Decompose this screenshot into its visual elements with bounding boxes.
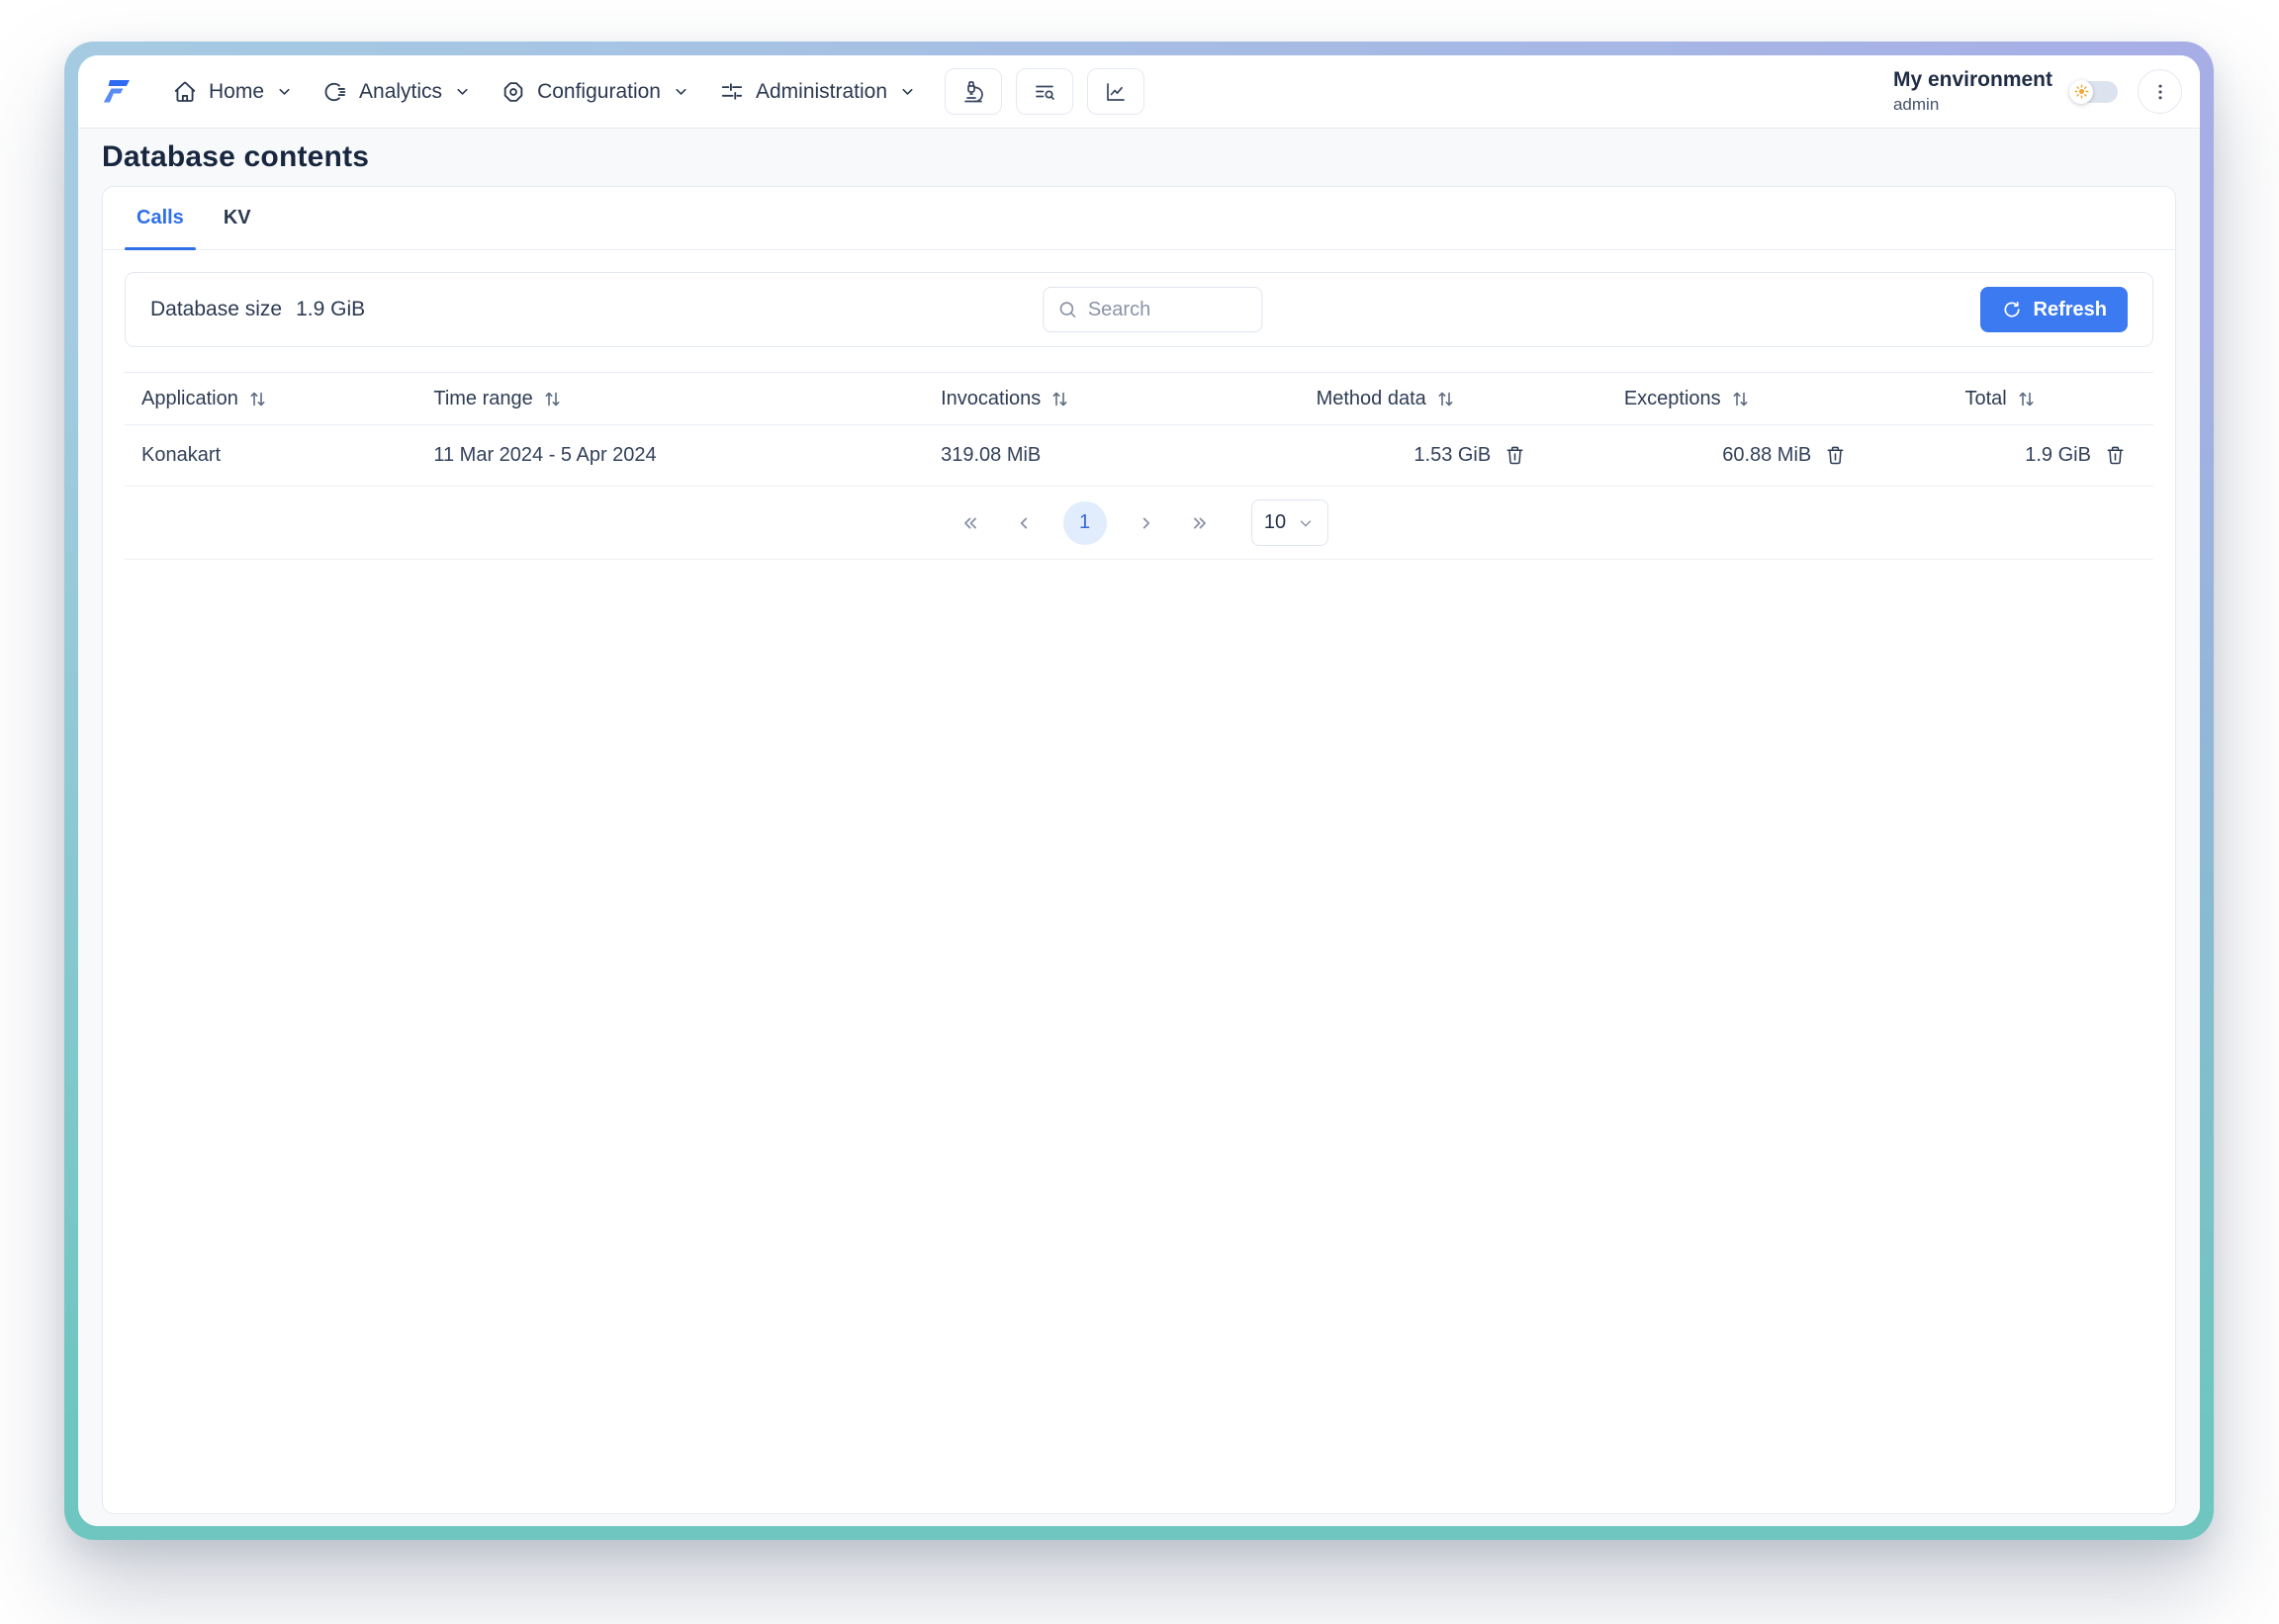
page-number[interactable]: 1 — [1063, 501, 1107, 545]
home-icon — [172, 79, 198, 105]
fusionreactor-logo-icon[interactable] — [100, 76, 137, 108]
column-header-exceptions[interactable]: Exceptions — [1526, 388, 1847, 410]
cell-exceptions: 60.88 MiB — [1526, 444, 1847, 467]
chevron-down-icon — [899, 83, 916, 100]
previous-page-button[interactable] — [1004, 503, 1044, 543]
nav-tool-buttons — [945, 68, 1144, 115]
first-page-button[interactable] — [951, 503, 990, 543]
sort-icon — [543, 389, 562, 409]
column-header-application[interactable]: Application — [125, 388, 416, 410]
chevrons-right-icon — [1189, 512, 1211, 534]
tab-label: Calls — [137, 207, 184, 229]
chevron-down-icon — [276, 83, 293, 100]
database-size: Database size 1.9 GiB — [150, 298, 365, 321]
nav-menu-configuration[interactable]: Configuration — [486, 55, 704, 128]
refresh-button[interactable]: Refresh — [1980, 287, 2128, 332]
database-size-value: 1.9 GiB — [296, 298, 365, 321]
nav-menu-label: Administration — [756, 80, 887, 104]
tab-bar: Calls KV — [103, 187, 2175, 250]
line-chart-icon — [1104, 80, 1128, 104]
database-contents-card: Calls KV Database size 1.9 GiB — [102, 186, 2176, 1514]
environment-user: admin — [1893, 95, 1939, 115]
refresh-icon — [2001, 299, 2023, 320]
page-size-value: 10 — [1264, 511, 1286, 534]
cell-method-data: 1.53 GiB — [1244, 444, 1526, 467]
chevron-down-icon — [1297, 514, 1315, 532]
chevron-down-icon — [673, 83, 689, 100]
column-header-time-range[interactable]: Time range — [416, 388, 924, 410]
last-page-button[interactable] — [1180, 503, 1220, 543]
chevron-down-icon — [454, 83, 471, 100]
column-header-invocations[interactable]: Invocations — [924, 388, 1244, 410]
column-header-method-data[interactable]: Method data — [1244, 388, 1526, 410]
sun-icon — [2073, 83, 2090, 100]
search-box — [1043, 287, 1262, 332]
profiler-button[interactable] — [945, 68, 1002, 115]
nav-menu-label: Configuration — [537, 80, 661, 104]
analytics-icon — [322, 79, 348, 105]
metrics-chart-button[interactable] — [1087, 68, 1144, 115]
theme-toggle-knob — [2069, 80, 2093, 104]
delete-exceptions-icon[interactable] — [1824, 444, 1847, 467]
column-header-total[interactable]: Total — [1847, 388, 2153, 410]
top-navbar: Home Analytics — [78, 55, 2200, 129]
overflow-menu-button[interactable] — [2138, 69, 2182, 114]
sort-icon — [1436, 389, 1455, 409]
delete-method-data-icon[interactable] — [1504, 444, 1526, 467]
calls-tab-panel: Database size 1.9 GiB — [103, 250, 2175, 1513]
cell-application: Konakart — [125, 444, 416, 467]
search-icon — [1056, 299, 1078, 320]
sort-icon — [1050, 389, 1069, 409]
nav-menu-label: Home — [209, 80, 264, 104]
list-search-icon — [1033, 80, 1056, 104]
chevrons-left-icon — [959, 512, 981, 534]
chevron-left-icon — [1013, 512, 1035, 534]
table-header-row: Application Time range — [125, 372, 2153, 425]
desktop-background: Home Analytics — [0, 0, 2279, 1624]
refresh-label: Refresh — [2034, 299, 2107, 321]
tab-calls[interactable]: Calls — [125, 187, 196, 249]
sort-icon — [1731, 389, 1750, 409]
nav-menu-label: Analytics — [359, 80, 442, 104]
delete-total-icon[interactable] — [2104, 444, 2127, 467]
microscope-icon — [961, 80, 985, 104]
configuration-icon — [501, 79, 526, 105]
chevron-right-icon — [1136, 512, 1157, 534]
kebab-menu-icon — [2150, 82, 2170, 102]
tab-kv[interactable]: KV — [212, 187, 263, 249]
database-table: Application Time range — [125, 372, 2153, 560]
theme-toggle[interactable] — [2070, 81, 2118, 103]
page-title: Database contents — [102, 141, 2176, 173]
search-input[interactable] — [1088, 299, 1248, 321]
nav-menu-home[interactable]: Home — [157, 55, 308, 128]
log-search-button[interactable] — [1016, 68, 1073, 115]
cell-time-range: 11 Mar 2024 - 5 Apr 2024 — [416, 444, 924, 467]
app-window: Home Analytics — [64, 42, 2214, 1540]
tab-label: KV — [224, 207, 251, 229]
environment-name: My environment — [1893, 68, 2052, 92]
table-toolbar: Database size 1.9 GiB — [125, 272, 2153, 347]
environment-block: My environment admin — [1893, 68, 2052, 115]
pagination: 1 — [125, 487, 2153, 560]
table-row: Konakart 11 Mar 2024 - 5 Apr 2024 319.08… — [125, 425, 2153, 487]
database-size-label: Database size — [150, 298, 282, 321]
nav-menu-administration[interactable]: Administration — [704, 55, 931, 128]
cell-total: 1.9 GiB — [1847, 444, 2153, 467]
sort-icon — [248, 389, 267, 409]
next-page-button[interactable] — [1127, 503, 1166, 543]
nav-menu-analytics[interactable]: Analytics — [308, 55, 486, 128]
page-size-select[interactable]: 10 — [1251, 499, 1328, 546]
sort-icon — [2017, 389, 2036, 409]
cell-invocations: 319.08 MiB — [924, 444, 1244, 467]
page-content: Database contents Calls KV Dat — [78, 129, 2200, 1526]
administration-icon — [719, 79, 745, 105]
